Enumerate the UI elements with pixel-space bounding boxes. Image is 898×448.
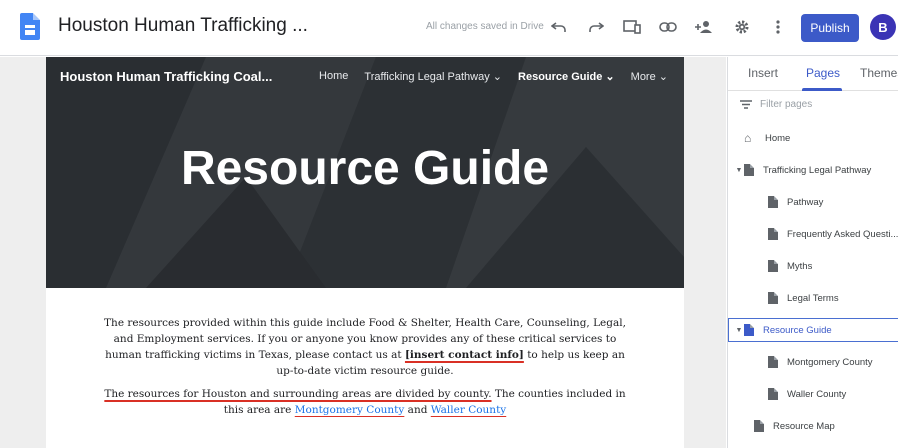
caret-down-icon[interactable]: ▼ (734, 327, 744, 334)
filter-pages-input[interactable]: Filter pages (740, 99, 812, 110)
site-page: Houston Human Trafficking Coal... Home T… (46, 57, 684, 448)
publish-button[interactable]: Publish (801, 14, 859, 42)
nav-more[interactable]: More ⌄ (631, 70, 668, 83)
nav-trafficking-legal-pathway[interactable]: Trafficking Legal Pathway ⌄ (364, 70, 502, 83)
page-label: Home (765, 132, 791, 144)
sites-logo-icon[interactable] (20, 13, 40, 40)
page-label: Frequently Asked Questi... (787, 228, 898, 240)
montgomery-county-link[interactable]: Montgomery County (295, 404, 405, 416)
intro-text-box[interactable]: The resources provided within this guide… (98, 315, 632, 425)
share-icon[interactable] (693, 16, 715, 38)
page-item-montgomery-county[interactable]: Montgomery County (728, 350, 898, 374)
page-icon (768, 228, 778, 240)
site-title[interactable]: Houston Human Trafficking Coal... (60, 69, 272, 84)
home-icon: ⌂ (744, 131, 752, 145)
page-title[interactable]: Resource Guide (46, 141, 684, 196)
page-icon (768, 196, 778, 208)
intro-paragraph: The resources provided within this guide… (98, 315, 632, 379)
hero-banner[interactable]: Houston Human Trafficking Coal... Home T… (46, 57, 684, 288)
county-sentence: The resources for Houston and surroundin… (104, 388, 492, 400)
tab-themes[interactable]: Themes (860, 66, 898, 80)
filter-icon (740, 100, 752, 109)
undo-icon[interactable] (548, 16, 570, 38)
page-icon (768, 388, 778, 400)
and-text: and (404, 404, 431, 416)
filter-placeholder: Filter pages (760, 99, 813, 110)
page-item-home[interactable]: ⌂ Home (728, 126, 898, 150)
avatar[interactable]: B (870, 14, 896, 40)
page-label: Resource Guide (763, 324, 832, 336)
panel-tabs: Insert Pages Themes (728, 57, 898, 91)
county-paragraph: The resources for Houston and surroundin… (98, 386, 632, 418)
contact-info-placeholder: [insert contact info] (404, 349, 524, 361)
tab-insert[interactable]: Insert (748, 66, 778, 80)
page-item-legal-terms[interactable]: Legal Terms (728, 286, 898, 310)
page-item-resource-map[interactable]: Resource Map (728, 414, 898, 438)
pages-panel: Insert Pages Themes Filter pages ⌂ Home … (727, 57, 898, 448)
active-tab-indicator (802, 88, 842, 91)
page-icon (744, 324, 754, 336)
site-nav: Home Trafficking Legal Pathway ⌄ Resourc… (319, 70, 668, 83)
page-icon (768, 260, 778, 272)
nav-resource-guide[interactable]: Resource Guide ⌄ (518, 70, 615, 83)
page-item-pathway[interactable]: Pathway (728, 190, 898, 214)
page-item-trafficking-legal-pathway[interactable]: ▼ Trafficking Legal Pathway (728, 158, 898, 182)
settings-gear-icon[interactable] (731, 16, 753, 38)
page-item-resource-guide[interactable]: ▼ Resource Guide (728, 318, 898, 342)
page-label: Legal Terms (787, 292, 839, 304)
page-label: Montgomery County (787, 356, 873, 368)
save-status: All changes saved in Drive (426, 21, 544, 32)
page-label: Waller County (787, 388, 847, 400)
tab-pages[interactable]: Pages (806, 66, 840, 80)
document-title[interactable]: Houston Human Trafficking ... (58, 15, 308, 37)
more-vert-icon[interactable] (767, 16, 789, 38)
editor-canvas: Houston Human Trafficking Coal... Home T… (0, 57, 726, 448)
preview-icon[interactable] (621, 16, 643, 38)
top-toolbar: Houston Human Trafficking ... All change… (0, 0, 898, 56)
page-label: Trafficking Legal Pathway (763, 164, 872, 176)
waller-county-link[interactable]: Waller County (431, 404, 506, 416)
redo-icon[interactable] (585, 16, 607, 38)
page-icon (768, 356, 778, 368)
page-item-waller-county[interactable]: Waller County (728, 382, 898, 406)
page-item-myths[interactable]: Myths (728, 254, 898, 278)
page-icon (754, 420, 764, 432)
page-icon (744, 164, 754, 176)
page-label: Myths (787, 260, 813, 272)
link-icon[interactable] (657, 16, 679, 38)
page-icon (768, 292, 778, 304)
caret-down-icon[interactable]: ▼ (734, 167, 744, 174)
page-label: Pathway (787, 196, 824, 208)
nav-home[interactable]: Home (319, 70, 348, 83)
page-item-faq[interactable]: Frequently Asked Questi... (728, 222, 898, 246)
page-label: Resource Map (773, 420, 835, 432)
